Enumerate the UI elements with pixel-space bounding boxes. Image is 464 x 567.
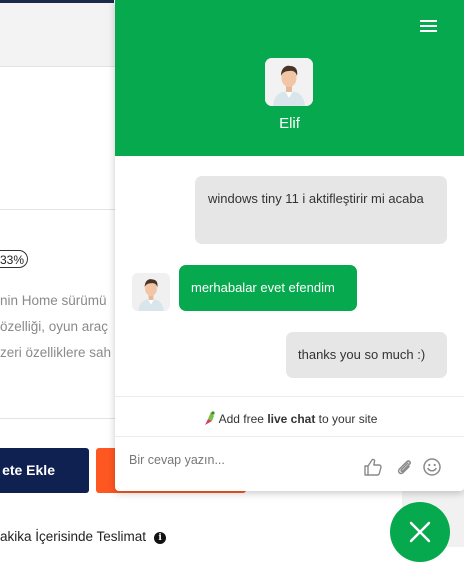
chat-header: Elif bbox=[115, 0, 464, 156]
divider bbox=[115, 436, 464, 437]
delivery-info: akika İçerisinde Teslimat i bbox=[0, 529, 167, 544]
divider bbox=[115, 396, 464, 397]
powered-by-bold: live chat bbox=[267, 412, 316, 426]
agent-avatar bbox=[265, 58, 313, 106]
powered-by-suffix: to your site bbox=[315, 412, 378, 426]
person-icon bbox=[132, 273, 170, 311]
agent-name: Elif bbox=[279, 115, 300, 132]
description-line: nin Home sürümü bbox=[0, 293, 107, 308]
visitor-message: windows tiny 11 i aktifleştirir mi acaba bbox=[195, 176, 447, 244]
menu-icon[interactable] bbox=[420, 17, 442, 35]
paperclip-icon[interactable] bbox=[394, 457, 414, 477]
person-icon bbox=[265, 58, 313, 106]
description-line: zeri özelliklere sah bbox=[0, 345, 112, 360]
visitor-message: thanks you so much :) bbox=[286, 332, 447, 378]
thumbs-up-icon[interactable] bbox=[363, 457, 383, 477]
agent-avatar-small bbox=[132, 273, 170, 311]
description-line: özelliği, oyun araç bbox=[0, 319, 109, 334]
info-icon[interactable]: i bbox=[154, 532, 167, 544]
agent-message: merhabalar evet efendim bbox=[179, 265, 357, 311]
tidio-logo-icon bbox=[204, 411, 215, 425]
chat-widget: Elif windows tiny 11 i aktifleştirir mi … bbox=[115, 0, 464, 491]
powered-by-link[interactable]: Add free live chat to your site bbox=[115, 410, 464, 426]
page-header-strip bbox=[0, 3, 116, 67]
add-to-cart-button[interactable]: ete Ekle bbox=[0, 448, 89, 493]
reply-input[interactable] bbox=[129, 453, 349, 467]
delivery-text: akika İçerisinde Teslimat bbox=[0, 529, 147, 544]
close-chat-button[interactable] bbox=[390, 502, 450, 562]
discount-badge: 33% bbox=[0, 250, 28, 268]
smiley-icon[interactable] bbox=[422, 457, 442, 477]
divider bbox=[0, 418, 116, 419]
divider bbox=[0, 209, 116, 210]
powered-by-prefix: Add free bbox=[218, 412, 268, 426]
close-icon bbox=[409, 521, 431, 543]
